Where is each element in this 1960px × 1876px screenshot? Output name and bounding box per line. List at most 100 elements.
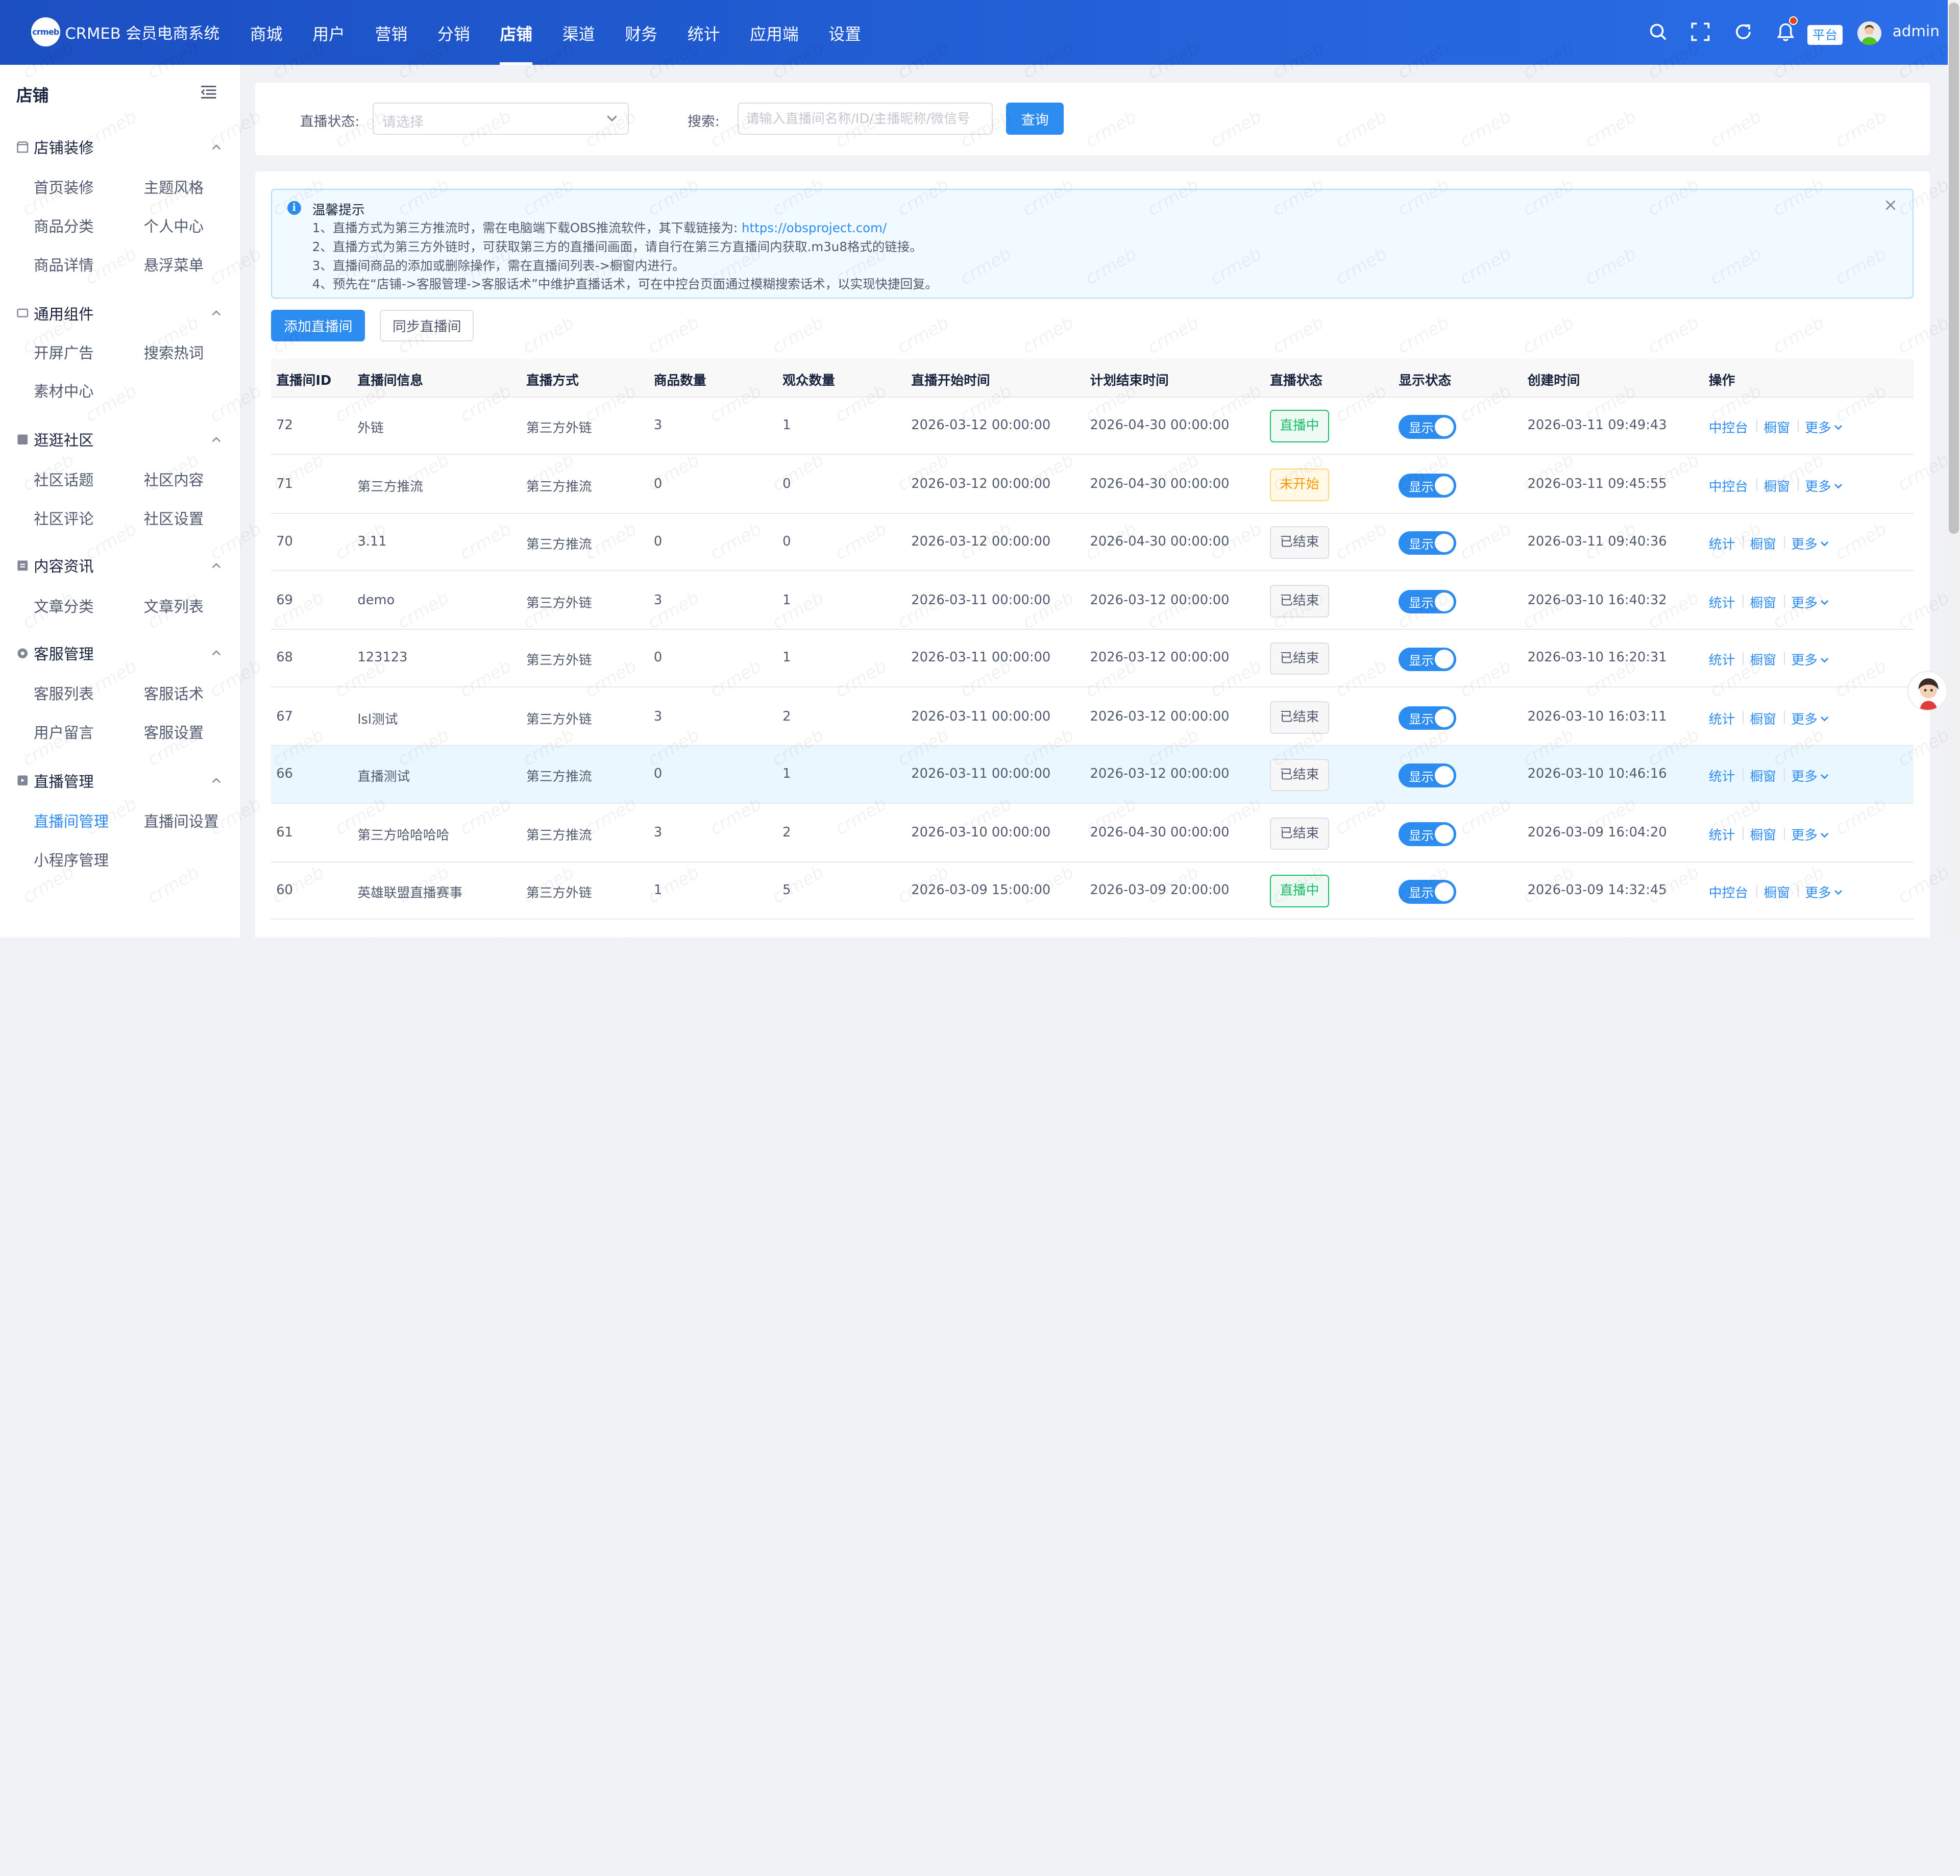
nav-item-5[interactable]: 渠道 [548, 0, 610, 65]
nav-item-9[interactable]: 设置 [814, 0, 876, 65]
sidebar-group-3[interactable]: 内容资讯 [16, 555, 94, 576]
action-showcase-link[interactable]: 橱窗 [1764, 882, 1790, 901]
refresh-icon[interactable] [1734, 22, 1753, 41]
fullscreen-icon[interactable] [1691, 22, 1710, 41]
action-showcase-link[interactable]: 橱窗 [1764, 476, 1790, 495]
nav-item-1[interactable]: 用户 [298, 0, 360, 65]
sidebar-item-0-1[interactable]: 主题风格 [144, 176, 204, 198]
more-actions-dropdown[interactable]: 更多 [1791, 650, 1828, 669]
action-primary-link[interactable]: 中控台 [1709, 417, 1748, 436]
sidebar-group-5[interactable]: 直播管理 [16, 770, 94, 792]
sidebar-item-4-2[interactable]: 用户留言 [34, 721, 94, 743]
nav-item-4[interactable]: 店铺 [485, 0, 547, 65]
display-toggle[interactable]: 显示 [1399, 706, 1457, 730]
action-primary-link[interactable]: 统计 [1709, 593, 1735, 611]
table-row[interactable]: 69 demo 第三方外链 3 1 2026-03-11 00:00:00 2026-03-… [271, 572, 1914, 630]
sidebar-item-0-5[interactable]: 悬浮菜单 [144, 254, 204, 275]
action-showcase-link[interactable]: 橱窗 [1750, 534, 1776, 553]
more-actions-dropdown[interactable]: 更多 [1791, 593, 1828, 611]
more-actions-dropdown[interactable]: 更多 [1791, 534, 1828, 553]
page-scrollbar[interactable] [1947, 0, 1960, 937]
search-icon[interactable] [1649, 22, 1668, 41]
chevron-up-icon[interactable] [211, 144, 222, 150]
close-icon[interactable] [1885, 200, 1896, 211]
app-logo[interactable]: crmeb CRMEB 会员电商系统 [31, 17, 219, 46]
sidebar-item-2-3[interactable]: 社区设置 [144, 507, 204, 529]
sidebar-item-3-0[interactable]: 文章分类 [34, 595, 94, 616]
action-showcase-link[interactable]: 橱窗 [1750, 766, 1776, 785]
obs-download-link[interactable]: https://obsproject.com/ [742, 220, 887, 235]
action-showcase-link[interactable]: 橱窗 [1750, 593, 1776, 611]
more-actions-dropdown[interactable]: 更多 [1805, 882, 1842, 901]
sidebar-item-5-0[interactable]: 直播间管理 [34, 810, 109, 831]
display-toggle[interactable]: 显示 [1399, 822, 1457, 846]
action-showcase-link[interactable]: 橱窗 [1764, 417, 1790, 436]
sidebar-item-1-1[interactable]: 搜索热词 [144, 341, 204, 363]
action-primary-link[interactable]: 中控台 [1709, 882, 1748, 901]
more-actions-dropdown[interactable]: 更多 [1791, 766, 1828, 785]
sidebar-item-4-3[interactable]: 客服设置 [144, 721, 204, 743]
sidebar-item-0-4[interactable]: 商品详情 [34, 254, 94, 275]
nav-item-6[interactable]: 财务 [610, 0, 672, 65]
sidebar-item-2-1[interactable]: 社区内容 [144, 468, 204, 490]
display-toggle[interactable]: 显示 [1399, 647, 1457, 672]
sidebar-item-4-1[interactable]: 客服话术 [144, 682, 204, 704]
sidebar-item-5-2[interactable]: 小程序管理 [34, 849, 109, 870]
sidebar-item-4-0[interactable]: 客服列表 [34, 682, 94, 704]
action-primary-link[interactable]: 统计 [1709, 534, 1735, 553]
chevron-up-icon[interactable] [211, 310, 222, 316]
status-select[interactable]: 请选择 [372, 102, 629, 135]
sidebar-item-5-1[interactable]: 直播间设置 [144, 810, 219, 831]
search-input[interactable] [737, 102, 993, 135]
username[interactable]: admin [1893, 22, 1940, 40]
table-row[interactable]: 61 第三方哈哈哈哈 第三方推流 3 2 2026-03-10 00:00:00 2026-… [271, 805, 1914, 862]
more-actions-dropdown[interactable]: 更多 [1805, 417, 1842, 436]
table-row[interactable]: 67 lsl测试 第三方外链 3 2 2026-03-11 00:00:00 2026-03… [271, 688, 1914, 747]
notification-button[interactable] [1776, 16, 1798, 41]
action-primary-link[interactable]: 中控台 [1709, 476, 1748, 495]
chevron-up-icon[interactable] [211, 777, 222, 783]
table-row[interactable]: 68 123123 第三方外链 0 1 2026-03-11 00:00:00 2026-0… [271, 630, 1914, 687]
action-primary-link[interactable]: 统计 [1709, 709, 1735, 728]
sidebar-item-1-0[interactable]: 开屏广告 [34, 341, 94, 363]
collapse-menu-icon[interactable] [201, 85, 216, 99]
display-toggle[interactable]: 显示 [1399, 589, 1457, 614]
display-toggle[interactable]: 显示 [1399, 880, 1457, 904]
more-actions-dropdown[interactable]: 更多 [1791, 709, 1828, 728]
chevron-up-icon[interactable] [211, 650, 222, 656]
action-primary-link[interactable]: 统计 [1709, 766, 1735, 785]
sidebar-group-2[interactable]: 逛逛社区 [16, 429, 94, 450]
nav-item-2[interactable]: 营销 [360, 0, 422, 65]
sidebar-item-2-2[interactable]: 社区评论 [34, 507, 94, 529]
sidebar-item-3-1[interactable]: 文章列表 [144, 595, 204, 616]
display-toggle[interactable]: 显示 [1399, 415, 1457, 439]
display-toggle[interactable]: 显示 [1399, 474, 1457, 498]
display-toggle[interactable]: 显示 [1399, 531, 1457, 555]
nav-item-0[interactable]: 商城 [235, 0, 297, 65]
query-button[interactable]: 查询 [1006, 102, 1064, 135]
scrollbar-thumb[interactable] [1948, 2, 1959, 534]
nav-item-3[interactable]: 分销 [423, 0, 485, 65]
add-live-room-button[interactable]: 添加直播间 [271, 310, 365, 341]
chevron-up-icon[interactable] [211, 562, 222, 569]
action-primary-link[interactable]: 统计 [1709, 825, 1735, 844]
table-row[interactable]: 66 直播测试 第三方推流 0 1 2026-03-11 00:00:00 2026-03-… [271, 746, 1914, 804]
customer-service-button[interactable] [1907, 671, 1948, 711]
sidebar-item-0-2[interactable]: 商品分类 [34, 215, 94, 236]
table-row[interactable]: 71 第三方推流 第三方推流 0 0 2026-03-12 00:00:00 2026-04… [271, 456, 1914, 514]
sidebar-item-0-3[interactable]: 个人中心 [144, 215, 204, 236]
sidebar-group-1[interactable]: 通用组件 [16, 303, 94, 324]
sync-live-room-button[interactable]: 同步直播间 [380, 310, 474, 341]
action-showcase-link[interactable]: 橱窗 [1750, 650, 1776, 669]
sidebar-item-1-2[interactable]: 素材中心 [34, 380, 94, 401]
table-row[interactable]: 60 英雄联盟直播赛事 第三方外链 1 5 2026-03-09 15:00:00 2026… [271, 862, 1914, 920]
chevron-up-icon[interactable] [211, 436, 222, 442]
display-toggle[interactable]: 显示 [1399, 763, 1457, 787]
action-showcase-link[interactable]: 橱窗 [1750, 825, 1776, 844]
more-actions-dropdown[interactable]: 更多 [1791, 825, 1828, 844]
platform-badge[interactable]: 平台 [1807, 24, 1843, 45]
sidebar-item-0-0[interactable]: 首页装修 [34, 176, 94, 198]
action-showcase-link[interactable]: 橱窗 [1750, 709, 1776, 728]
sidebar-group-4[interactable]: 客服管理 [16, 643, 94, 664]
action-primary-link[interactable]: 统计 [1709, 650, 1735, 669]
